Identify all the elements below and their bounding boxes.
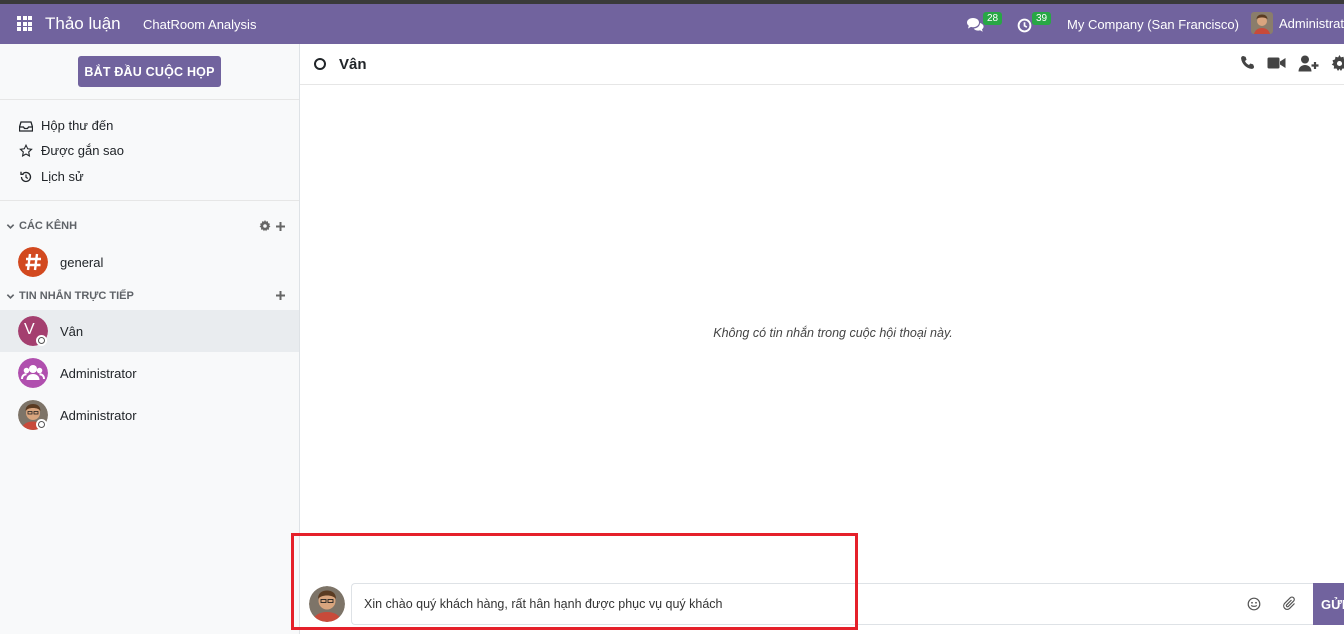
user-name: Administrator (1279, 15, 1344, 31)
empty-thread-message: Không có tin nhắn trong cuộc hội thoại n… (713, 326, 953, 340)
offline-status-icon (36, 335, 47, 346)
offline-status-icon (314, 58, 326, 70)
dm-item-administrator-group[interactable]: Administrator (0, 352, 299, 394)
channels-actions (259, 220, 286, 232)
menu-chatroom-analysis[interactable]: ChatRoom Analysis (143, 17, 256, 32)
dm-name: Vân (60, 323, 84, 339)
dm-item-van[interactable]: V Vân (0, 310, 299, 352)
app-grid-icon[interactable] (17, 16, 32, 31)
top-navbar: Thảo luận ChatRoom Analysis 28 39 My Com… (0, 4, 1344, 44)
channels-category-header[interactable]: CÁC KÊNH (6, 220, 77, 232)
hashtag-channel-avatar (18, 247, 48, 277)
activities-systray[interactable]: 39 (1017, 4, 1052, 44)
messages-systray[interactable]: 28 (966, 4, 1003, 44)
mailbox-starred[interactable]: Được gắn sao (19, 143, 124, 158)
dm-name: Administrator (60, 407, 137, 423)
mailbox-history[interactable]: Lịch sử (19, 169, 84, 184)
message-composer-input[interactable] (351, 583, 1313, 625)
messages-badge: 28 (983, 12, 1003, 25)
activities-badge: 39 (1032, 12, 1052, 25)
thread-header: Vân (300, 44, 1344, 85)
add-channel-icon[interactable] (275, 221, 286, 232)
group-users-avatar (18, 358, 48, 388)
mailbox-label: Hộp thư đến (41, 118, 114, 133)
mailbox-label: Được gắn sao (41, 143, 124, 158)
star-icon (19, 143, 33, 157)
send-button[interactable]: GỬI (1313, 583, 1344, 625)
mailbox-label: Lịch sử (41, 169, 84, 184)
chevron-down-icon (6, 223, 15, 229)
sidebar-divider (0, 99, 299, 100)
app-title[interactable]: Thảo luận (45, 14, 121, 34)
thread-name: Vân (339, 56, 367, 73)
inbox-icon (19, 120, 33, 132)
user-menu[interactable]: Administrator (1251, 12, 1344, 34)
sidebar-divider (0, 200, 299, 201)
mailbox-inbox[interactable]: Hộp thư đến (19, 118, 113, 133)
channel-item-general[interactable]: general (0, 241, 299, 283)
chevron-down-icon (6, 293, 15, 299)
avatar-initial: V (24, 321, 35, 338)
add-chat-icon[interactable] (275, 290, 286, 301)
user-avatar (1251, 12, 1273, 34)
video-camera-icon[interactable] (1267, 56, 1286, 70)
emoji-icon[interactable] (1247, 597, 1261, 611)
start-meeting-button[interactable]: BẮT ĐẦU CUỘC HỌP (78, 56, 221, 87)
gear-icon[interactable] (1331, 55, 1344, 72)
phone-icon[interactable] (1240, 55, 1255, 70)
offline-status-icon (36, 419, 47, 430)
clock-icon (1017, 18, 1032, 32)
dm-name: Administrator (60, 365, 137, 381)
company-switcher[interactable]: My Company (San Francisco) (1067, 17, 1239, 32)
dm-header-label: TIN NHẮN TRỰC TIẾP (19, 290, 134, 302)
channels-header-label: CÁC KÊNH (19, 220, 78, 232)
discuss-sidebar: BẮT ĐẦU CUỘC HỌP Hộp thư đến Được gắn sa… (0, 44, 300, 634)
composer-user-avatar (309, 586, 345, 622)
gear-icon[interactable] (259, 220, 271, 232)
paperclip-icon[interactable] (1283, 596, 1297, 611)
channel-name: general (60, 254, 104, 270)
dm-item-administrator[interactable]: Administrator (0, 394, 299, 436)
dm-category-header[interactable]: TIN NHẮN TRỰC TIẾP (6, 290, 134, 302)
history-icon (20, 171, 32, 182)
add-user-icon[interactable] (1298, 55, 1319, 72)
dm-actions (275, 290, 286, 301)
chat-bubbles-icon (967, 18, 984, 32)
